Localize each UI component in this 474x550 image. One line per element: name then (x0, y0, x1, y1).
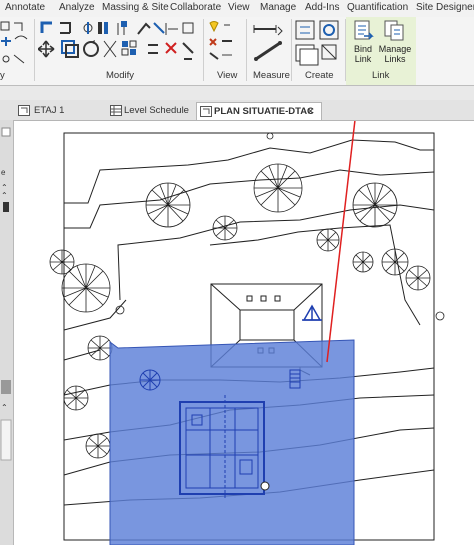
bind-link-button[interactable]: Bind Link (352, 44, 374, 64)
left-tools-icon[interactable] (0, 19, 32, 69)
separator (246, 19, 247, 81)
menu-bar: Annotate Analyze Massing & Site Collabor… (0, 0, 474, 18)
menu-add-ins[interactable]: Add-Ins (305, 2, 339, 13)
linked-tree-symbol (139, 369, 161, 391)
site-plan-drawing[interactable] (14, 88, 474, 546)
menu-manage[interactable]: Manage (260, 2, 296, 13)
tab-label: PLAN SITUATIE-DTAC (214, 106, 314, 117)
tab-label: ETAJ 1 (34, 105, 65, 116)
measure-tool-icon[interactable] (250, 19, 290, 69)
menu-quantification[interactable]: Quantification (347, 2, 408, 13)
manage-links-label-line1: Manage (378, 44, 412, 54)
tab-close-button[interactable]: × (307, 104, 314, 118)
menu-site-designer[interactable]: Site Designer (416, 2, 474, 13)
menu-annotate[interactable]: Annotate (5, 2, 45, 13)
group-label-link: Link (372, 70, 390, 81)
tab-etaj-1[interactable]: ETAJ 1 (14, 102, 104, 119)
bind-link-icon[interactable] (352, 20, 374, 42)
survey-point-icon (260, 481, 270, 491)
separator (345, 19, 346, 81)
bind-link-label-line1: Bind (353, 44, 372, 54)
bind-link-label-line2: Link (354, 54, 372, 64)
panel-edge-controls[interactable]: e ⌃ ⌃ ⌃ (0, 120, 13, 545)
group-label-create: Create (305, 70, 334, 81)
schedule-icon (110, 105, 122, 116)
menu-collaborate[interactable]: Collaborate (170, 2, 221, 13)
group-label-view: View (217, 70, 238, 81)
separator (203, 19, 204, 81)
floor-plan-icon (200, 106, 212, 117)
properties-panel-edge: e ⌃ ⌃ ⌃ (0, 120, 14, 545)
group-label-partial: y (0, 70, 5, 81)
menu-view[interactable]: View (228, 2, 250, 13)
tab-plan-situatie-dtac[interactable]: PLAN SITUATIE-DTAC × (196, 102, 322, 120)
view-tools-icon[interactable] (206, 19, 246, 69)
tab-level-schedule[interactable]: Level Schedule (106, 102, 194, 119)
modify-tools-icon[interactable] (38, 19, 198, 69)
svg-text:e: e (1, 168, 6, 177)
view-tab-bar: ETAJ 1 Level Schedule PLAN SITUATIE-DTAC… (0, 100, 474, 121)
manage-links-label-line2: Links (384, 54, 406, 64)
manage-links-button[interactable]: Manage Links (377, 44, 413, 64)
ribbon: y Modify View Measure Create Bind Link M… (0, 17, 474, 86)
separator (291, 19, 292, 81)
tab-label: Level Schedule (124, 105, 189, 116)
drawing-canvas[interactable] (14, 88, 474, 546)
callout-arrow (326, 93, 359, 363)
group-label-measure: Measure (253, 70, 290, 81)
menu-massing-site[interactable]: Massing & Site (102, 2, 169, 13)
menu-analyze[interactable]: Analyze (59, 2, 95, 13)
manage-links-icon[interactable] (384, 20, 406, 42)
svg-text:⌃: ⌃ (1, 403, 8, 412)
ribbon-gap (0, 86, 474, 100)
svg-text:⌃: ⌃ (1, 191, 8, 200)
separator (34, 19, 35, 81)
floor-plan-icon (18, 105, 30, 116)
group-label-modify: Modify (106, 70, 134, 81)
create-tools-icon[interactable] (294, 19, 344, 69)
